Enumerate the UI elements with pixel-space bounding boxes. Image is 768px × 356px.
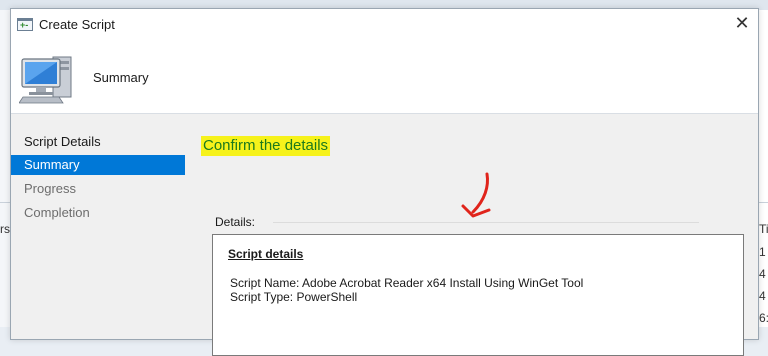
computer-icon [19, 56, 72, 104]
nav-item-completion: Completion [24, 205, 90, 220]
details-box[interactable]: Script details Script Name: Adobe Acroba… [212, 234, 744, 356]
details-separator [273, 222, 699, 223]
script-window-icon: +- [17, 18, 33, 31]
wizard-content: Confirm the details Details: Script deta… [185, 114, 758, 356]
background-cell-fragment: 6: [759, 311, 768, 325]
create-script-dialog: +- Create Script ✕ Summary Script Detail… [10, 8, 759, 356]
nav-item-progress: Progress [24, 181, 77, 196]
wizard-step-title: Summary [93, 70, 149, 85]
script-name-line: Script Name: Adobe Acrobat Reader x64 In… [230, 276, 584, 290]
close-icon: ✕ [734, 13, 750, 33]
wizard-sidebar: Script Details Summary Progress Completi… [11, 114, 185, 339]
background-divider [0, 202, 10, 203]
confirm-heading: Confirm the details [201, 136, 331, 156]
nav-item-script-details[interactable]: Script Details [11, 132, 185, 152]
background-cell-fragment: 1 [759, 245, 766, 259]
script-details-heading: Script details [228, 247, 304, 261]
dialog-titlebar[interactable]: +- Create Script ✕ [11, 9, 758, 39]
background-cell-fragment: 4 [759, 267, 766, 281]
wizard-header: Summary [11, 39, 758, 114]
nav-item-summary[interactable]: Summary [11, 155, 185, 175]
details-label: Details: [215, 215, 256, 229]
dialog-title: Create Script [39, 17, 115, 32]
background-column-fragment: rs [0, 222, 10, 236]
close-button[interactable]: ✕ [729, 11, 755, 35]
script-type-line: Script Type: PowerShell [230, 290, 358, 304]
background-column-fragment: Ti [759, 222, 768, 236]
background-cell-fragment: 4 [759, 289, 766, 303]
